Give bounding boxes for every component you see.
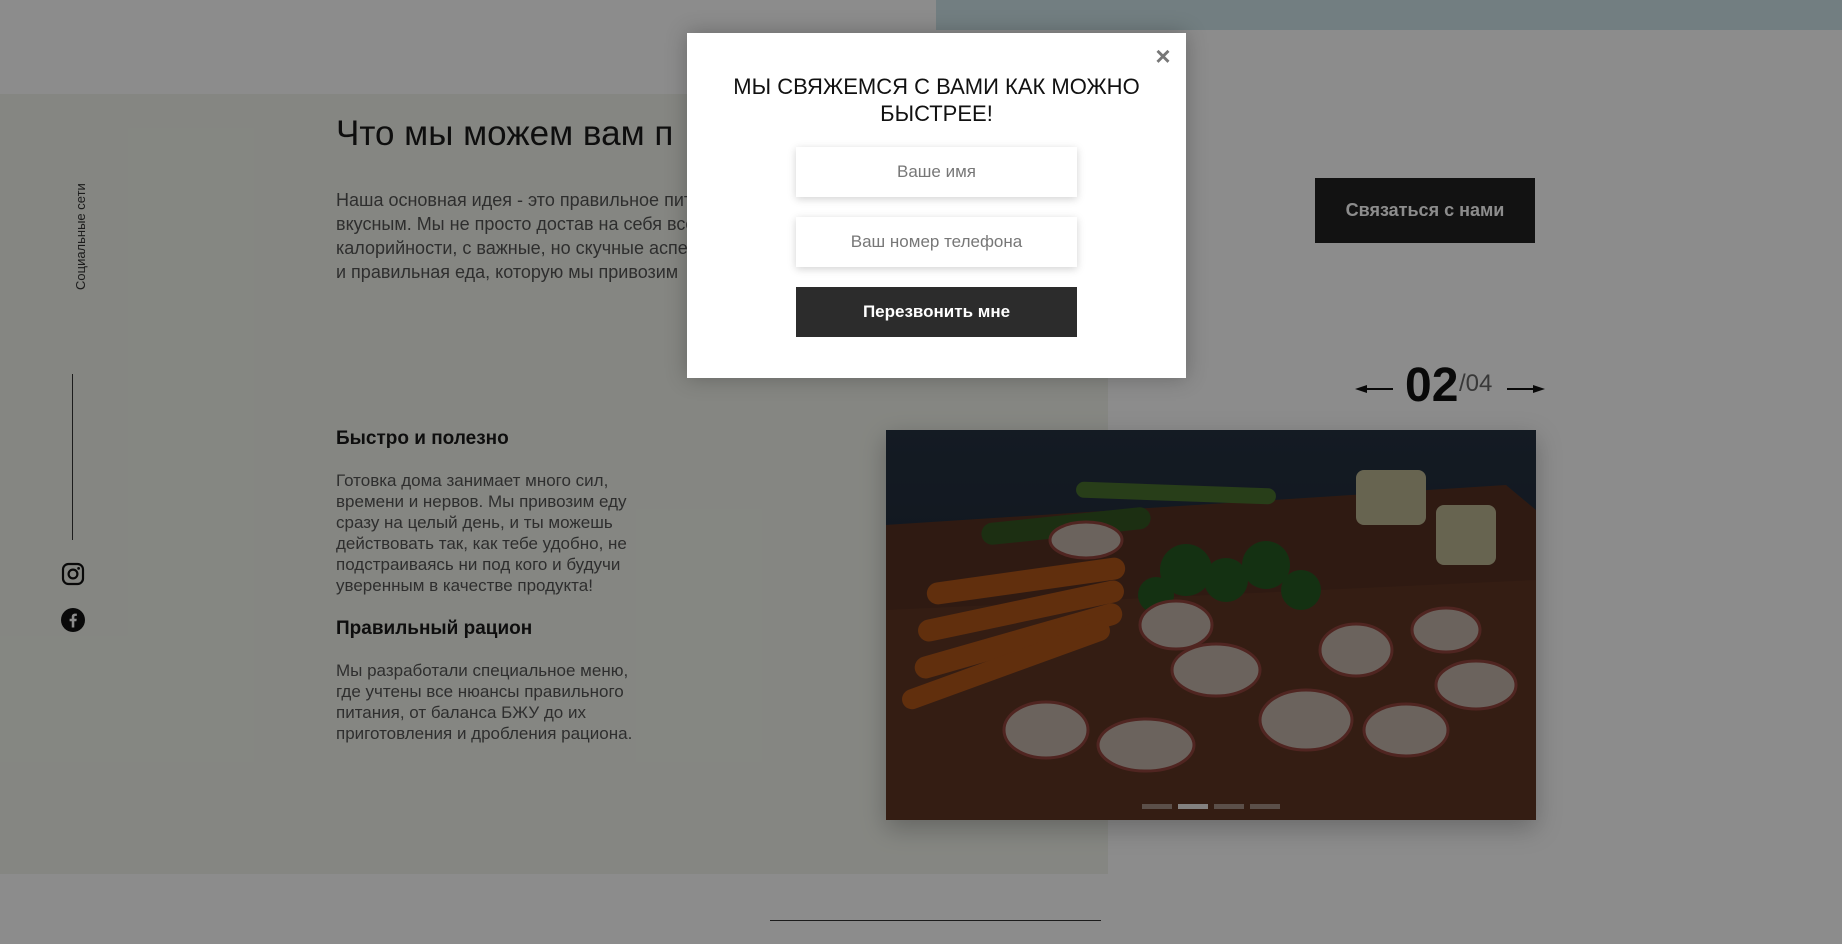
close-icon[interactable]: × — [1152, 43, 1174, 69]
callback-modal: × МЫ СВЯЖЕМСЯ С ВАМИ КАК МОЖНО БЫСТРЕЕ! … — [687, 33, 1186, 378]
modal-title: МЫ СВЯЖЕМСЯ С ВАМИ КАК МОЖНО БЫСТРЕЕ! — [733, 74, 1140, 126]
name-input[interactable] — [796, 147, 1077, 197]
phone-input[interactable] — [796, 217, 1077, 267]
callback-button[interactable]: Перезвонить мне — [796, 287, 1077, 337]
